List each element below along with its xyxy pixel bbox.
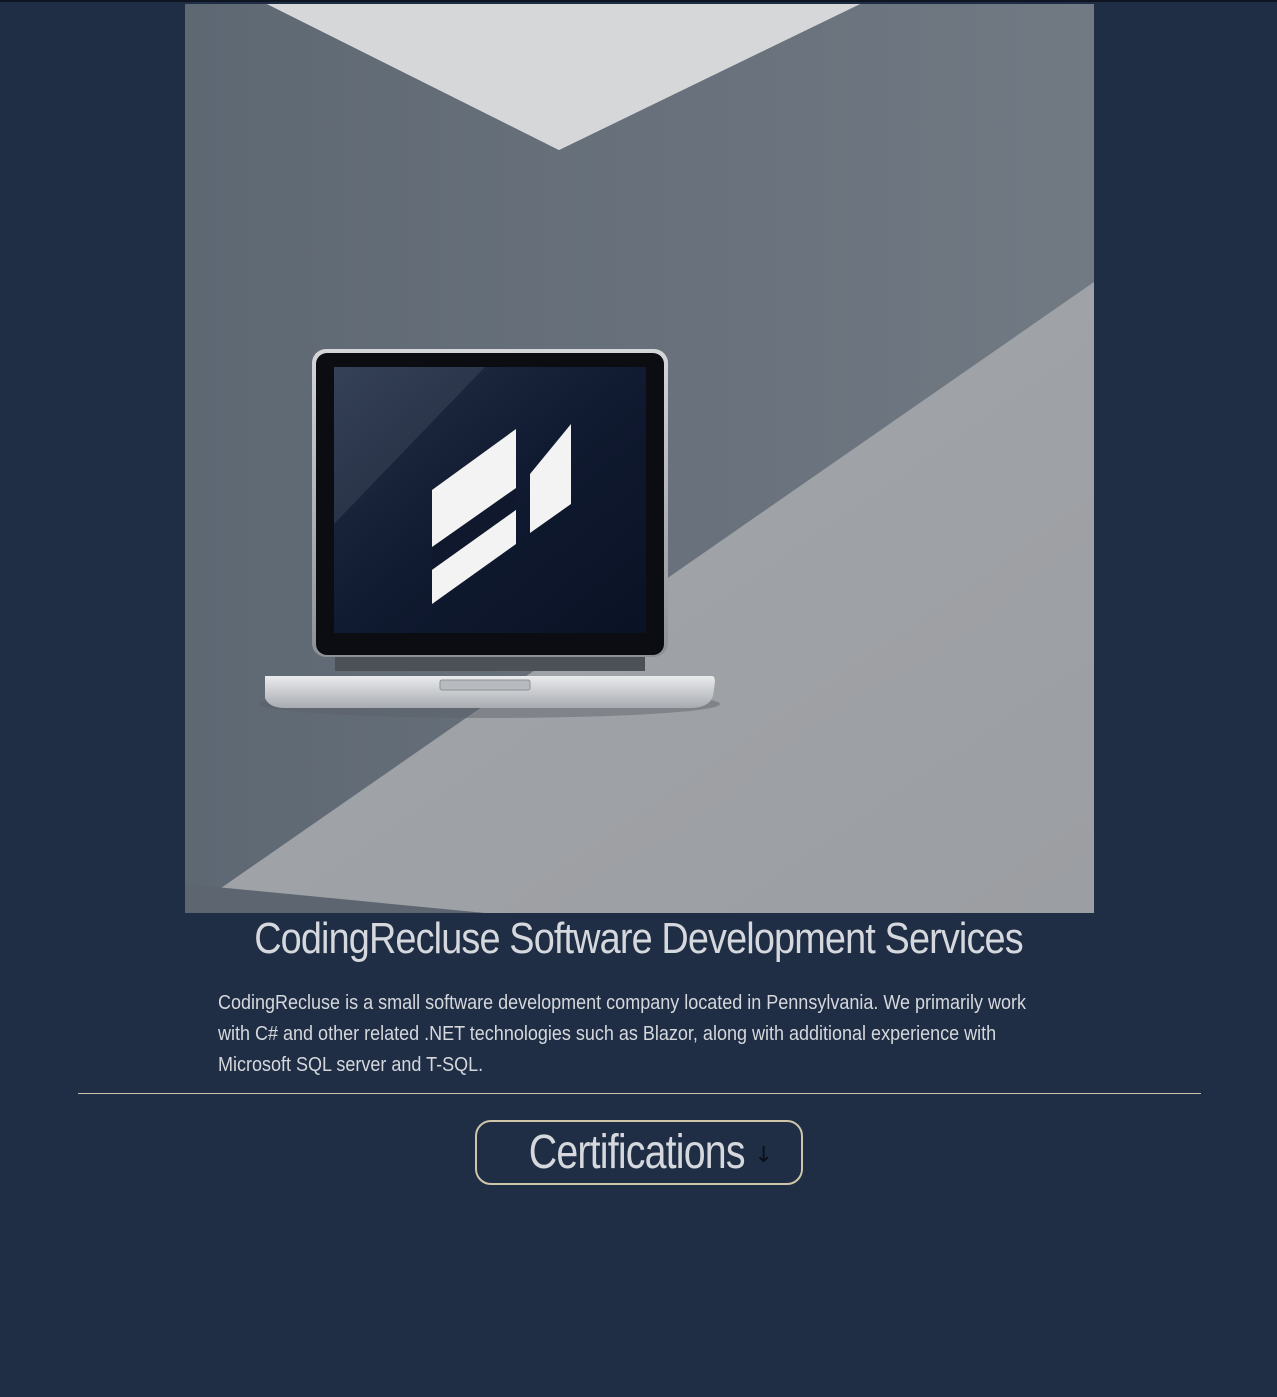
page-title: CodingRecluse Software Development Servi… bbox=[254, 914, 1023, 963]
page: CodingRecluse Software Development Servi… bbox=[0, 0, 1277, 1397]
hero-image bbox=[185, 4, 1094, 913]
arrow-down-icon: ↓ bbox=[754, 1143, 773, 1168]
company-description: CodingRecluse is a small software develo… bbox=[218, 992, 1027, 1076]
section-divider bbox=[78, 1093, 1201, 1094]
certifications-button[interactable]: Certifications ↓ bbox=[475, 1120, 803, 1185]
certifications-label: Certifications bbox=[528, 1126, 746, 1179]
laptop-logo-illustration bbox=[185, 4, 1094, 913]
